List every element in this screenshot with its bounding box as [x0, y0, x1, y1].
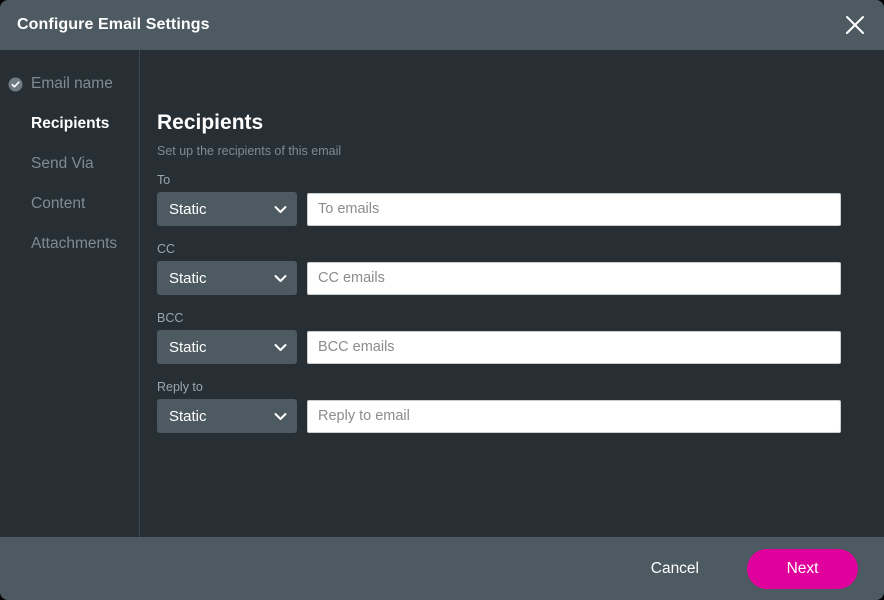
bcc-source-select[interactable]: Static — [157, 330, 297, 364]
field-controls-bcc: Static — [157, 330, 884, 364]
field-label-to: To — [157, 173, 171, 187]
next-button[interactable]: Next — [747, 548, 858, 589]
dialog-footer: Cancel Next — [0, 537, 884, 600]
sidebar-item-label: Attachments — [31, 235, 118, 252]
page-subtitle: Set up the recipients of this email — [157, 144, 342, 158]
dialog-title: Configure Email Settings — [17, 16, 210, 33]
field-controls-reply-to: Static — [157, 399, 884, 433]
sidebar-item-label: Email name — [31, 75, 113, 92]
close-icon[interactable] — [830, 0, 880, 50]
to-source-select-value: Static — [169, 200, 207, 218]
recipients-panel: Recipients Set up the recipients of this… — [140, 50, 884, 537]
field-label-reply-to: Reply to — [157, 380, 203, 394]
sidebar-item-label: Recipients — [31, 115, 110, 132]
reply-to-email-input[interactable] — [307, 399, 841, 433]
bcc-source-select-value: Static — [169, 338, 207, 356]
sidebar-item-attachments[interactable]: Attachments — [0, 224, 139, 264]
chevron-down-icon — [274, 343, 287, 352]
cancel-button[interactable]: Cancel — [641, 554, 709, 584]
dialog-body: Email name Recipients Send Via Content A… — [0, 50, 884, 537]
field-controls-to: Static — [157, 192, 884, 226]
reply-to-source-select[interactable]: Static — [157, 399, 297, 433]
to-emails-input[interactable] — [307, 192, 841, 226]
configure-email-settings-dialog: Configure Email Settings Email name Reci… — [0, 0, 884, 600]
chevron-down-icon — [274, 274, 287, 283]
bcc-emails-input[interactable] — [307, 330, 841, 364]
chevron-down-icon — [274, 205, 287, 214]
to-source-select[interactable]: Static — [157, 192, 297, 226]
sidebar-item-label: Send Via — [31, 155, 94, 172]
field-row-bcc: BCC Static — [157, 311, 884, 364]
cc-source-select[interactable]: Static — [157, 261, 297, 295]
field-label-bcc: BCC — [157, 311, 184, 325]
sidebar-item-recipients[interactable]: Recipients — [0, 104, 139, 144]
sidebar-item-content[interactable]: Content — [0, 184, 139, 224]
sidebar-item-email-name[interactable]: Email name — [0, 64, 139, 104]
cc-emails-input[interactable] — [307, 261, 841, 295]
reply-to-source-select-value: Static — [169, 407, 207, 425]
sidebar-item-send-via[interactable]: Send Via — [0, 144, 139, 184]
dialog-titlebar: Configure Email Settings — [0, 0, 884, 50]
field-row-cc: CC Static — [157, 242, 884, 295]
check-circle-icon — [8, 77, 31, 92]
chevron-down-icon — [274, 412, 287, 421]
page-title: Recipients — [157, 111, 264, 134]
sidebar-item-label: Content — [31, 195, 86, 212]
wizard-step-sidebar: Email name Recipients Send Via Content A… — [0, 50, 140, 537]
field-row-to: To Static — [157, 173, 884, 226]
field-controls-cc: Static — [157, 261, 884, 295]
field-label-cc: CC — [157, 242, 176, 256]
field-row-reply-to: Reply to Static — [157, 380, 884, 433]
cc-source-select-value: Static — [169, 269, 207, 287]
